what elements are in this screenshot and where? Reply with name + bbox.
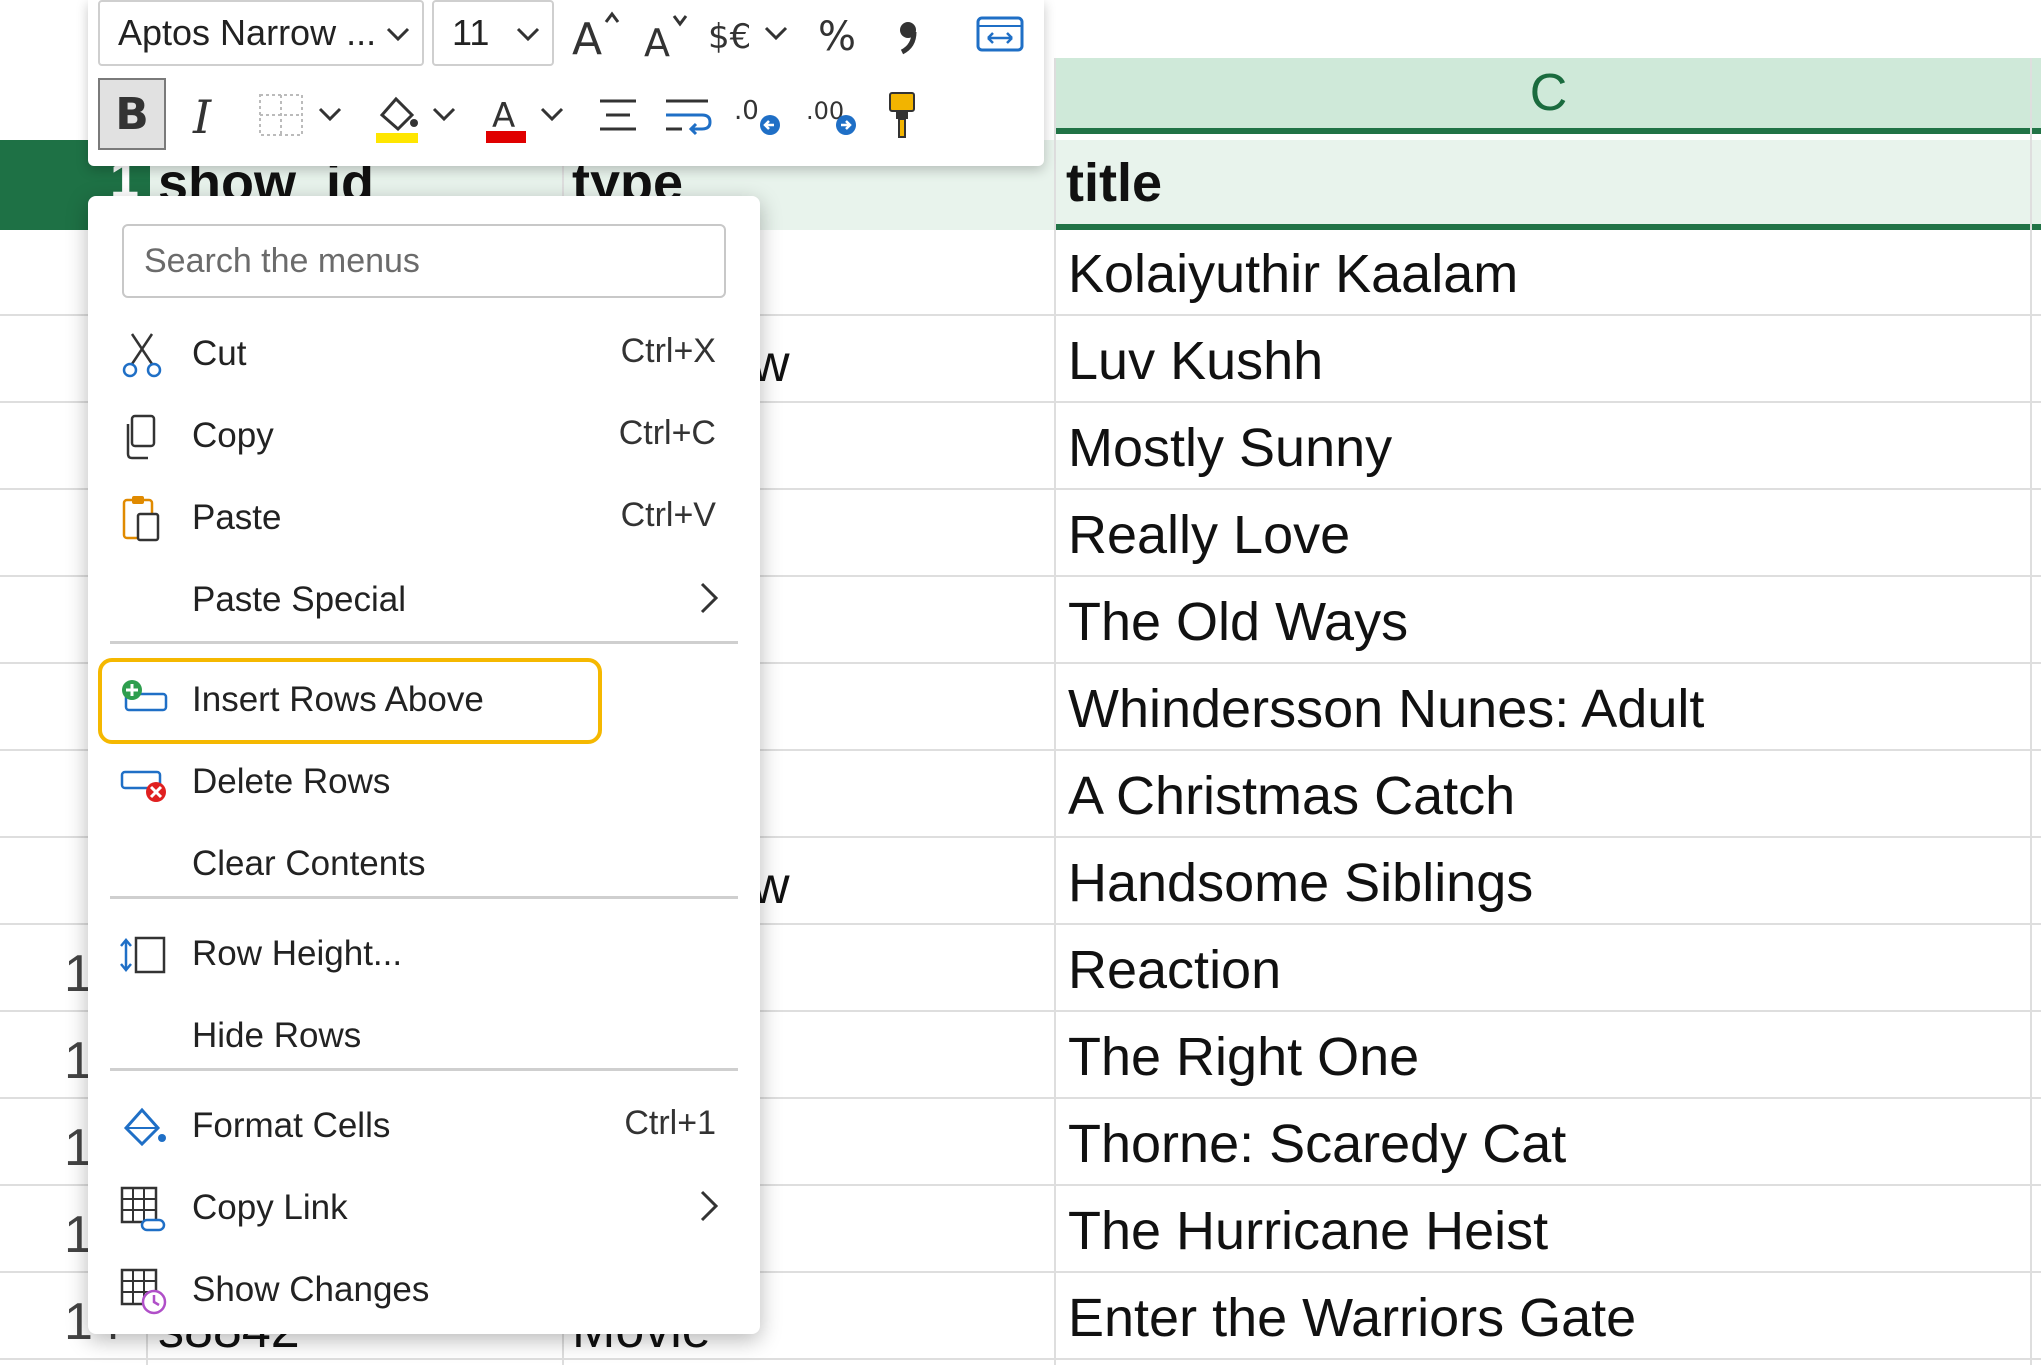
svg-text:I: I [192,90,212,143]
shortcut-text: Ctrl+X [620,332,716,370]
header-row-underline [1056,224,2041,230]
menu-item-label: Copy [192,416,274,455]
insert-rows-icon [122,680,168,712]
svg-text:$€: $€ [708,17,751,57]
column-c-label: C [1529,64,1568,122]
menu-item-label: Format Cells [192,1106,391,1145]
currency-icon[interactable]: $€ [706,4,798,64]
mini-toolbar: Aptos Narrow ... 11 A A $€ % B I A .0 .0… [88,0,1044,166]
merge-center-icon[interactable] [972,4,1028,64]
shortcut-text: Ctrl+V [620,496,716,534]
scissors-icon [122,333,162,378]
chevron-down-icon [386,27,410,42]
svg-text:.0: .0 [734,96,759,126]
chevron-right-icon [700,582,719,614]
menu-item-label: Paste Special [192,580,407,619]
shortcut-text: Ctrl+1 [624,1104,716,1142]
cell-title[interactable]: Thorne: Scaredy Cat [1068,1114,1566,1174]
font-size-value: 11 [452,12,490,53]
menu-item-paste[interactable]: Paste Ctrl+V [88,478,760,560]
menu-item-paste-special[interactable]: Paste Special [88,560,760,642]
menu-search-input[interactable] [122,224,726,298]
increase-font-icon[interactable]: A [566,4,626,64]
cell-title[interactable]: The Right One [1068,1027,1419,1087]
font-name-dropdown[interactable]: Aptos Narrow ... [98,0,424,66]
cell-title[interactable]: Really Love [1068,505,1350,565]
svg-text:A: A [572,14,602,62]
menu-item-label: Show Changes [192,1270,430,1309]
fill-color-icon[interactable] [368,82,468,148]
menu-item-label: Cut [192,334,247,373]
menu-item-label: Paste [192,498,282,537]
menu-item-copy-link[interactable]: Copy Link [88,1168,760,1250]
bold-button[interactable]: B [98,78,166,150]
svg-text:%: % [818,14,856,60]
menu-item-hide-rows[interactable]: Hide Rows [88,996,760,1078]
menu-item-label: Hide Rows [192,1016,362,1055]
menu-item-cut[interactable]: Cut Ctrl+X [88,314,760,396]
borders-icon[interactable] [254,82,354,148]
context-menu: Cut Ctrl+X Copy Ctrl+C Paste Ctrl+V Past… [88,196,760,1334]
format-painter-icon[interactable] [874,82,930,148]
menu-item-label: Copy Link [192,1188,348,1227]
cell-title[interactable]: Whindersson Nunes: Adult [1068,679,1704,739]
copy-link-icon [120,1186,166,1232]
comma-style-icon[interactable] [880,4,936,64]
row-height-icon [120,936,166,974]
menu-item-insert-rows-above[interactable]: Insert Rows Above [88,660,760,742]
menu-item-label: Clear Contents [192,844,426,883]
wrap-text-icon[interactable] [656,82,720,148]
font-size-dropdown[interactable]: 11 [432,0,554,66]
chevron-down-icon [516,27,540,42]
decrease-font-icon[interactable]: A [636,4,696,64]
menu-item-show-changes[interactable]: Show Changes [88,1250,760,1332]
menu-separator [110,1068,738,1071]
svg-text:A: A [492,96,515,136]
menu-item-delete-rows[interactable]: Delete Rows [88,742,760,824]
shortcut-text: Ctrl+C [618,414,716,452]
menu-item-copy[interactable]: Copy Ctrl+C [88,396,760,478]
header-cell-title[interactable]: title [1066,152,1162,214]
cell-title[interactable]: Handsome Siblings [1068,853,1533,913]
cell-title[interactable]: Enter the Warriors Gate [1068,1288,1636,1348]
menu-item-clear-contents[interactable]: Clear Contents [88,824,760,906]
grid-line [0,1358,2041,1360]
cell-title[interactable]: Mostly Sunny [1068,418,1392,478]
cell-title[interactable]: The Old Ways [1068,592,1408,652]
cell-title[interactable]: The Hurricane Heist [1068,1201,1548,1261]
grid-line [2030,58,2032,1365]
menu-item-format-cells[interactable]: Format Cells Ctrl+1 [88,1086,760,1168]
italic-icon[interactable]: I [178,82,238,148]
menu-separator [110,641,738,644]
cell-title[interactable]: Kolaiyuthir Kaalam [1068,244,1518,304]
cell-title[interactable]: Luv Kushh [1068,331,1323,391]
clipboard-icon [122,496,160,542]
font-color-icon[interactable]: A [480,82,580,148]
align-center-icon[interactable] [588,82,648,148]
menu-item-label: Row Height... [192,934,403,973]
menu-separator [110,896,738,899]
copy-icon [126,414,156,460]
decrease-decimal-icon[interactable]: .0 [728,82,792,148]
delete-rows-icon [120,770,166,802]
menu-item-row-height[interactable]: Row Height... [88,914,760,996]
show-changes-icon [120,1268,167,1315]
menu-item-label: Insert Rows Above [192,680,484,719]
chevron-right-icon [700,1190,719,1222]
svg-text:A: A [644,21,670,62]
percent-icon[interactable]: % [810,4,870,64]
column-header-c[interactable]: C [1056,58,2041,134]
increase-decimal-icon[interactable]: .00 [802,82,866,148]
format-cells-icon [123,1107,166,1147]
menu-item-label: Delete Rows [192,762,391,801]
grid-line [1054,58,1056,1365]
cell-title[interactable]: Reaction [1068,940,1281,1000]
cell-title[interactable]: A Christmas Catch [1068,766,1515,826]
font-name-value: Aptos Narrow ... [118,12,377,53]
